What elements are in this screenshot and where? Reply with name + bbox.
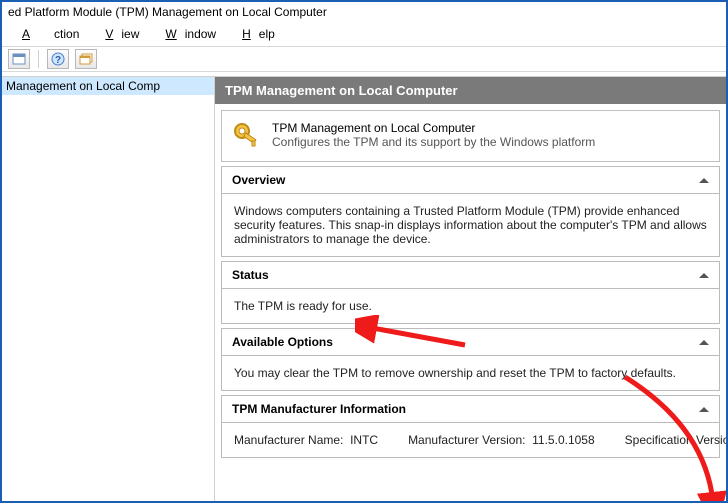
- tpm-key-icon: [232, 121, 260, 151]
- tree-pane: Management on Local Comp: [2, 76, 215, 501]
- overview-label: Overview: [232, 173, 285, 187]
- section-manufacturer: TPM Manufacturer Information Manufacture…: [221, 395, 720, 458]
- collapse-icon[interactable]: [699, 340, 709, 345]
- section-overview: Overview Windows computers containing a …: [221, 166, 720, 257]
- toolbar-separator: [38, 50, 39, 68]
- intro-description: Configures the TPM and its support by th…: [272, 135, 595, 149]
- options-body: You may clear the TPM to remove ownershi…: [222, 356, 719, 390]
- tree-item-tpm-management[interactable]: Management on Local Comp: [2, 77, 214, 95]
- menu-action[interactable]: Action: [6, 25, 87, 43]
- toolbar-props-button[interactable]: [8, 49, 30, 69]
- section-options: Available Options You may clear the TPM …: [221, 328, 720, 391]
- svg-text:?: ?: [55, 55, 61, 66]
- collapse-icon[interactable]: [699, 178, 709, 183]
- menu-window[interactable]: Window: [149, 25, 224, 43]
- menu-view[interactable]: View: [89, 25, 147, 43]
- options-label: Available Options: [232, 335, 333, 349]
- manufacturer-version: Manufacturer Version: 11.5.0.1058: [408, 433, 595, 447]
- intro-panel: TPM Management on Local Computer Configu…: [221, 110, 720, 162]
- toolbar-window-button[interactable]: [75, 49, 97, 69]
- intro-title: TPM Management on Local Computer: [272, 121, 595, 135]
- manufacturer-name: Manufacturer Name: INTC: [234, 433, 378, 447]
- toolbar-help-button[interactable]: ?: [47, 49, 69, 69]
- section-status: Status The TPM is ready for use.: [221, 261, 720, 324]
- menu-help[interactable]: Help: [226, 25, 283, 43]
- window-title: ed Platform Module (TPM) Management on L…: [2, 2, 726, 23]
- overview-body: Windows computers containing a Trusted P…: [222, 194, 719, 256]
- menubar: Action View Window Help: [2, 23, 726, 46]
- collapse-icon[interactable]: [699, 273, 709, 278]
- collapse-icon[interactable]: [699, 407, 709, 412]
- status-body: The TPM is ready for use.: [222, 289, 719, 323]
- content-header: TPM Management on Local Computer: [215, 77, 726, 104]
- specification-version: Specification Version: 2.0: [625, 433, 726, 447]
- toolbar: ?: [2, 46, 726, 72]
- status-label: Status: [232, 268, 269, 282]
- manufacturer-label: TPM Manufacturer Information: [232, 402, 406, 416]
- content-pane: TPM Management on Local Computer TPM Man…: [215, 76, 726, 501]
